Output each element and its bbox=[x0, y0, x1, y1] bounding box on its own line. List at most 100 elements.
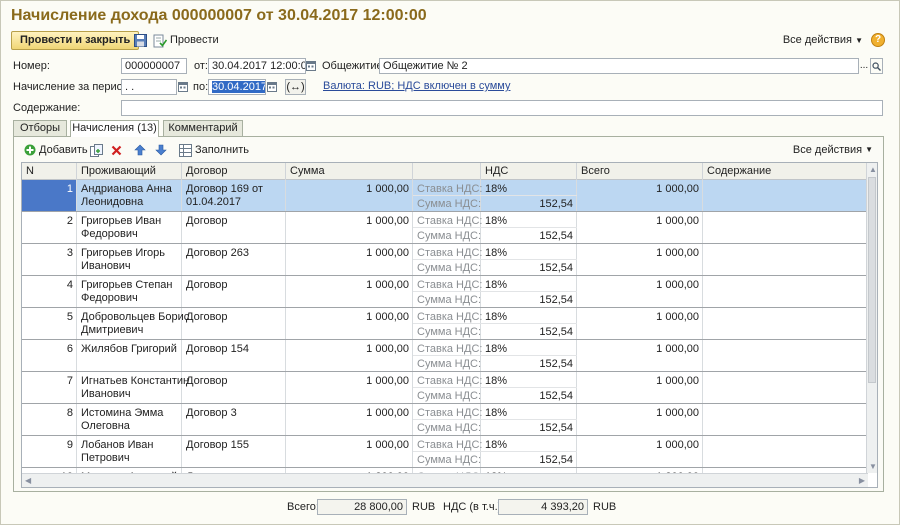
period-to-field[interactable]: 30.04.2017 bbox=[208, 79, 266, 95]
vertical-scrollbar[interactable]: ▲ ▼ bbox=[866, 163, 877, 473]
resident-name-2: Леонидовна bbox=[81, 196, 144, 208]
cell[interactable] bbox=[703, 308, 868, 339]
table-row[interactable]: 3 Григорьев Игорь Иванович Договор 263 1 000… bbox=[22, 244, 868, 276]
post-button[interactable]: Провести bbox=[153, 31, 219, 50]
col-total[interactable]: Всего bbox=[577, 163, 703, 180]
select-dots-icon[interactable]: ... bbox=[858, 59, 870, 73]
currency-link[interactable]: Валюта: RUB; НДС включен в сумму bbox=[323, 78, 510, 94]
command-bar: Провести и закрыть Провести Все действия… bbox=[11, 31, 887, 51]
accruals-panel: Добавить Заполнить Все действия ▼ N Прож… bbox=[13, 136, 884, 492]
cell[interactable] bbox=[703, 212, 868, 243]
col-vat-captions[interactable] bbox=[413, 163, 481, 180]
dropdown-arrow-icon: ▼ bbox=[865, 145, 873, 154]
contract-name: Договор bbox=[186, 215, 228, 227]
calendar-icon[interactable] bbox=[305, 59, 317, 73]
table-row[interactable]: 7 Игнатьев Константин Иванович Договор 1 000… bbox=[22, 372, 868, 404]
post-and-close-button[interactable]: Провести и закрыть bbox=[11, 31, 140, 50]
number-field[interactable]: 000000007 bbox=[121, 58, 187, 74]
add-icon bbox=[24, 144, 36, 156]
total-label: Всего: bbox=[287, 501, 319, 513]
table-header: N Проживающий Договор Сумма НДС Всего Со… bbox=[22, 163, 868, 180]
col-contract[interactable]: Договор bbox=[182, 163, 286, 180]
table-all-actions-menu[interactable]: Все действия ▼ bbox=[793, 141, 873, 159]
resident-name-2: Олеговна bbox=[81, 420, 130, 432]
open-search-icon[interactable] bbox=[870, 58, 883, 74]
table-row[interactable]: 6 Жилябов Григорий Договор 154 1 000,00 Став… bbox=[22, 340, 868, 372]
cell[interactable] bbox=[703, 436, 868, 467]
move-down-button[interactable] bbox=[155, 141, 167, 159]
content-field[interactable] bbox=[121, 100, 883, 116]
resident-name-2: Иванович bbox=[81, 260, 131, 272]
total-value: 1 000,00 bbox=[656, 183, 699, 195]
total-value: 1 000,00 bbox=[656, 343, 699, 355]
row-number: 4 bbox=[66, 279, 73, 291]
row-number: 6 bbox=[66, 343, 73, 355]
row-number: 9 bbox=[66, 439, 73, 451]
resident-name: Истомина Эмма bbox=[81, 407, 164, 419]
table-row[interactable]: 2 Григорьев Иван Федорович Договор 1 000,00 С… bbox=[22, 212, 868, 244]
scroll-down-icon[interactable]: ▼ bbox=[869, 462, 877, 471]
scroll-right-icon[interactable]: ▶ bbox=[859, 476, 865, 485]
col-vat[interactable]: НДС bbox=[481, 163, 577, 180]
cell[interactable] bbox=[703, 276, 868, 307]
sum-value: 1 000,00 bbox=[366, 439, 409, 451]
add-label: Добавить bbox=[39, 144, 88, 156]
tab-accruals[interactable]: Начисления (13) bbox=[70, 120, 159, 137]
dorm-field[interactable]: Общежитие № 2 bbox=[379, 58, 859, 74]
cell[interactable] bbox=[703, 404, 868, 435]
period-select-button[interactable]: (↔) bbox=[285, 79, 306, 95]
all-actions-label: Все действия bbox=[782, 34, 853, 46]
table-row[interactable]: 9 Лобанов Иван Петрович Договор 155 1 000,00… bbox=[22, 436, 868, 468]
help-icon[interactable]: ? bbox=[871, 33, 885, 47]
cell[interactable] bbox=[703, 340, 868, 371]
move-up-button[interactable] bbox=[134, 141, 146, 159]
row-divider bbox=[413, 291, 577, 292]
horizontal-scrollbar[interactable]: ◀ ▶ bbox=[22, 473, 868, 487]
vat-sum-caption: Сумма НДС: bbox=[417, 230, 482, 242]
calendar-icon[interactable] bbox=[177, 80, 189, 94]
table-row[interactable]: 8 Истомина Эмма Олеговна Договор 3 1 000,00 С… bbox=[22, 404, 868, 436]
copy-icon bbox=[90, 143, 103, 157]
sum-value: 1 000,00 bbox=[366, 247, 409, 259]
vat-sum-caption: Сумма НДС: bbox=[417, 198, 482, 210]
period-from-field[interactable]: . . bbox=[121, 79, 177, 95]
arrow-up-icon bbox=[134, 144, 146, 156]
col-resident[interactable]: Проживающий bbox=[77, 163, 182, 180]
arrow-down-icon bbox=[155, 144, 167, 156]
date-field[interactable]: 30.04.2017 12:00:00 bbox=[208, 58, 306, 74]
tab-comment[interactable]: Комментарий bbox=[163, 120, 243, 136]
contract-name: Договор bbox=[186, 279, 228, 291]
vat-sum-caption: Сумма НДС: bbox=[417, 454, 482, 466]
delete-button[interactable] bbox=[111, 141, 122, 159]
scroll-thumb[interactable] bbox=[868, 177, 876, 383]
table-row[interactable]: 1 Андрианова Анна Леонидовна Договор 169 от… bbox=[22, 180, 868, 212]
resident-name: Григорьев Иван bbox=[81, 215, 162, 227]
table-row[interactable]: 4 Григорьев Степан Федорович Договор 1 000,0… bbox=[22, 276, 868, 308]
sum-value: 1 000,00 bbox=[366, 215, 409, 227]
calendar-icon[interactable] bbox=[266, 80, 278, 94]
vat-amount: 152,54 bbox=[539, 390, 573, 402]
vat-total-field: 4 393,20 bbox=[498, 499, 588, 515]
col-sum[interactable]: Сумма bbox=[286, 163, 413, 180]
period-to-label: по: bbox=[193, 81, 209, 93]
col-n[interactable]: N bbox=[22, 163, 77, 180]
copy-button[interactable] bbox=[90, 141, 103, 159]
tab-filters[interactable]: Отборы bbox=[13, 120, 67, 136]
contract-name: Договор 169 от bbox=[186, 183, 263, 195]
cell[interactable] bbox=[703, 244, 868, 275]
all-actions-menu[interactable]: Все действия ▼ bbox=[783, 31, 863, 50]
scroll-up-icon[interactable]: ▲ bbox=[869, 165, 877, 174]
fill-button[interactable]: Заполнить bbox=[179, 141, 249, 159]
row-number: 7 bbox=[66, 375, 73, 387]
total-value: 1 000,00 bbox=[656, 407, 699, 419]
resident-name: Жилябов Григорий bbox=[81, 343, 177, 355]
table-row[interactable]: 5 Добровольцев Борис Дмитриевич Договор 1 00… bbox=[22, 308, 868, 340]
add-button[interactable]: Добавить bbox=[24, 141, 88, 159]
cell[interactable] bbox=[703, 372, 868, 403]
cell[interactable] bbox=[703, 180, 868, 211]
scroll-left-icon[interactable]: ◀ bbox=[25, 476, 31, 485]
col-content[interactable]: Содержание bbox=[703, 163, 868, 180]
save-icon[interactable] bbox=[132, 32, 148, 48]
contract-name: Договор 155 bbox=[186, 439, 249, 451]
contract-name-2: 01.04.2017 bbox=[186, 196, 242, 208]
